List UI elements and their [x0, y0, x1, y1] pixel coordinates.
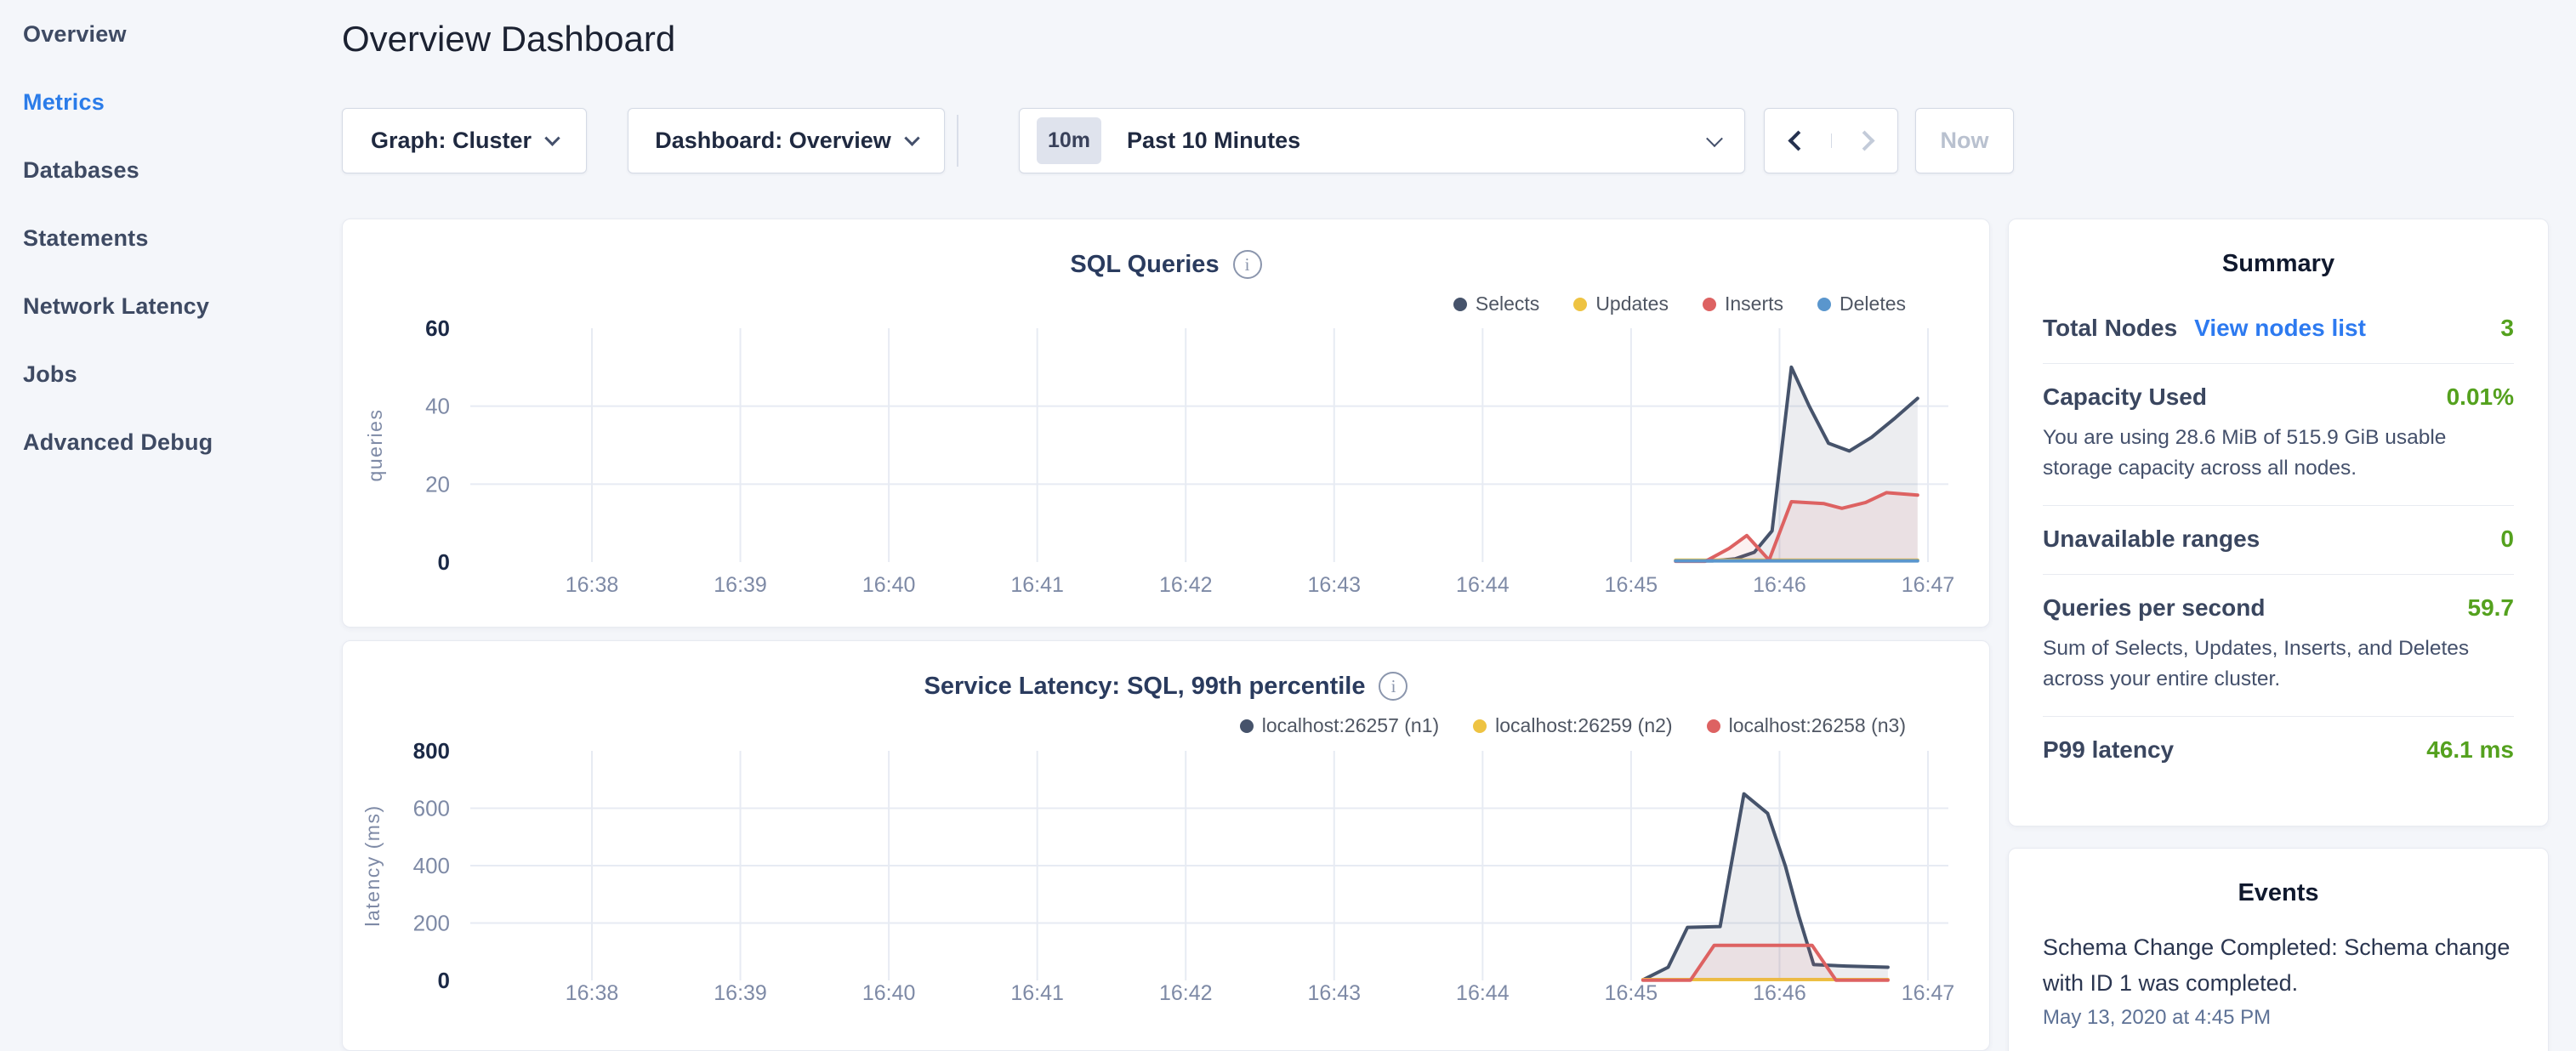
summary-title: Summary: [2043, 219, 2514, 295]
summary-row-capacity-used: Capacity Used 0.01% You are using 28.6 MiB…: [2043, 363, 2514, 505]
toolbar: Graph: Cluster Dashboard: Overview 10m P…: [342, 108, 2014, 173]
svg-text:16:47: 16:47: [1902, 981, 1955, 1005]
chevron-down-icon: [544, 130, 560, 145]
svg-text:16:38: 16:38: [566, 981, 619, 1005]
svg-text:16:43: 16:43: [1307, 981, 1361, 1005]
svg-text:60: 60: [425, 315, 450, 341]
sidebar-item-statements[interactable]: Statements: [0, 204, 340, 272]
svg-text:16:44: 16:44: [1456, 981, 1510, 1005]
svg-text:16:40: 16:40: [862, 981, 916, 1005]
events-list: Schema Change Completed: Schema change w…: [2043, 924, 2514, 1030]
time-next-button[interactable]: [1831, 134, 1897, 148]
summary-row-label: Total Nodes: [2043, 315, 2177, 342]
event-timestamp: May 13, 2020 at 4:45 PM: [2043, 1006, 2514, 1030]
chart-title: Service Latency: SQL, 99th percentile: [924, 673, 1366, 701]
svg-text:16:41: 16:41: [1010, 981, 1064, 1005]
summary-row-queries-per-second: Queries per second 59.7 Sum of Selects, Up…: [2043, 574, 2514, 716]
view-nodes-list-link[interactable]: View nodes list: [2194, 315, 2366, 342]
time-prev-button[interactable]: [1765, 134, 1831, 148]
time-range-dropdown[interactable]: 10m Past 10 Minutes: [1019, 108, 1745, 173]
summary-row-value: 0.01%: [2447, 383, 2514, 411]
chart-title: SQL Queries: [1070, 251, 1219, 279]
svg-text:16:46: 16:46: [1753, 573, 1806, 597]
sidebar-item-databases[interactable]: Databases: [0, 136, 340, 204]
summary-row-label: P99 latency: [2043, 736, 2174, 764]
sql-queries-chart-plot[interactable]: 16:38 16:39 16:40 16:41 16:42 16:43 16:44 16:45…: [343, 281, 1990, 628]
graph-dropdown-label: Graph: Cluster: [371, 128, 532, 154]
time-pager: [1764, 108, 1898, 173]
page-title: Overview Dashboard: [342, 19, 675, 60]
time-range-badge: 10m: [1037, 117, 1101, 164]
dashboard-dropdown[interactable]: Dashboard: Overview: [628, 108, 945, 173]
summary-row-value: 0: [2500, 526, 2514, 553]
svg-text:200: 200: [413, 911, 450, 936]
event-item: Schema Change Completed: Schema change w…: [2043, 924, 2514, 1030]
chevron-down-icon: [1706, 130, 1723, 147]
summary-row-p99-latency: P99 latency 46.1 ms: [2043, 716, 2514, 785]
events-title: Events: [2043, 849, 2514, 924]
svg-text:0: 0: [438, 968, 450, 993]
svg-text:16:45: 16:45: [1605, 573, 1658, 597]
service-latency-chart-plot[interactable]: 16:38 16:39 16:40 16:41 16:42 16:43 16:44 16:45…: [343, 705, 1990, 1051]
sidebar-item-overview[interactable]: Overview: [0, 0, 340, 68]
svg-text:16:44: 16:44: [1456, 573, 1510, 597]
svg-text:16:39: 16:39: [714, 981, 767, 1005]
chart-header: Service Latency: SQL, 99th percentile: [343, 672, 1989, 701]
now-button[interactable]: Now: [1915, 108, 2014, 173]
sidebar-item-jobs[interactable]: Jobs: [0, 340, 340, 408]
chevron-down-icon: [904, 130, 919, 145]
sidebar-item-metrics[interactable]: Metrics: [0, 68, 340, 136]
service-latency-chart-card: Service Latency: SQL, 99th percentile lo…: [342, 640, 1990, 1051]
page: OverviewMetricsDatabasesStatementsNetwor…: [0, 0, 2576, 1051]
summary-row-label: Queries per second: [2043, 594, 2265, 622]
dashboard-dropdown-label: Dashboard: Overview: [655, 128, 891, 154]
svg-text:16:38: 16:38: [566, 573, 619, 597]
summary-row-value: 3: [2500, 315, 2514, 342]
svg-text:16:42: 16:42: [1159, 981, 1213, 1005]
svg-text:40: 40: [425, 394, 450, 419]
svg-text:16:43: 16:43: [1307, 573, 1361, 597]
sidebar-item-network-latency[interactable]: Network Latency: [0, 272, 340, 340]
summary-row-label: Capacity Used: [2043, 383, 2207, 411]
sidebar: OverviewMetricsDatabasesStatementsNetwor…: [0, 0, 340, 1051]
summary-row-value: 46.1 ms: [2426, 736, 2514, 764]
event-text: Schema Change Completed: Schema change w…: [2043, 929, 2514, 1001]
sql-queries-chart-card: SQL Queries SelectsUpdatesInsertsDeletes…: [342, 219, 1990, 628]
time-range-label: Past 10 Minutes: [1127, 128, 1300, 154]
summary-row-total-nodes: Total Nodes View nodes list 3: [2043, 295, 2514, 363]
graph-dropdown[interactable]: Graph: Cluster: [342, 108, 587, 173]
info-icon[interactable]: [1379, 672, 1407, 701]
summary-row-description: Sum of Selects, Updates, Inserts, and De…: [2043, 633, 2514, 695]
svg-text:400: 400: [413, 853, 450, 878]
svg-text:16:45: 16:45: [1605, 981, 1658, 1005]
events-panel: Events Schema Change Completed: Schema c…: [2008, 848, 2549, 1051]
summary-row-description: You are using 28.6 MiB of 515.9 GiB usab…: [2043, 423, 2514, 484]
svg-text:20: 20: [425, 471, 450, 497]
summary-panel: Summary Total Nodes View nodes list 3 Capac…: [2008, 219, 2549, 827]
svg-text:16:47: 16:47: [1902, 573, 1955, 597]
chevron-left-icon: [1788, 130, 1808, 151]
toolbar-divider: [957, 115, 958, 167]
svg-text:16:39: 16:39: [714, 573, 767, 597]
chevron-right-icon: [1854, 130, 1874, 151]
svg-text:0: 0: [438, 549, 450, 575]
chart-header: SQL Queries: [343, 250, 1989, 279]
svg-text:latency (ms): latency (ms): [361, 804, 384, 926]
svg-text:16:40: 16:40: [862, 573, 916, 597]
summary-row-value: 59.7: [2468, 594, 2515, 622]
summary-row-label: Unavailable ranges: [2043, 526, 2260, 553]
sidebar-item-advanced-debug[interactable]: Advanced Debug: [0, 408, 340, 476]
info-icon[interactable]: [1233, 250, 1262, 279]
summary-rows: Total Nodes View nodes list 3 Capacity Used…: [2043, 295, 2514, 785]
svg-text:800: 800: [413, 738, 450, 764]
svg-text:16:42: 16:42: [1159, 573, 1213, 597]
svg-text:16:46: 16:46: [1753, 981, 1806, 1005]
summary-row-unavailable-ranges: Unavailable ranges 0: [2043, 505, 2514, 574]
svg-text:queries: queries: [364, 409, 386, 482]
svg-text:16:41: 16:41: [1010, 573, 1064, 597]
svg-text:600: 600: [413, 796, 450, 821]
